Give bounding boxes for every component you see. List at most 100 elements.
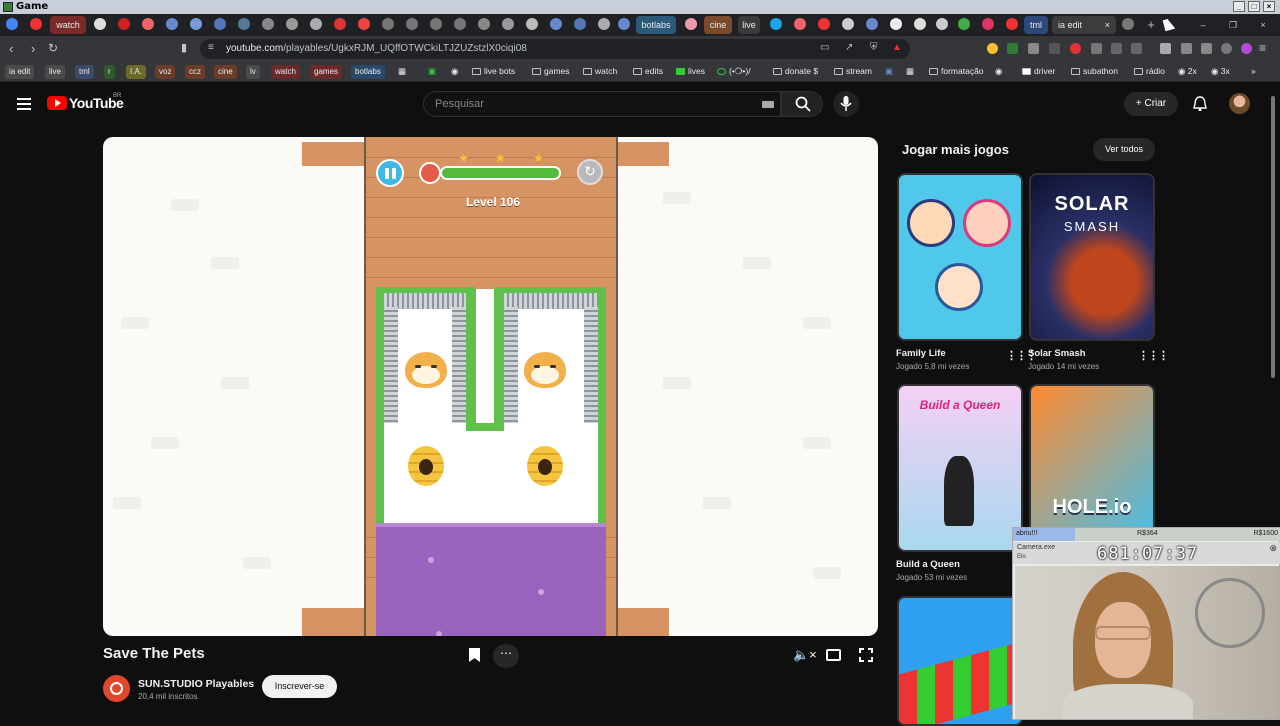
extension-icon[interactable] — [1028, 43, 1039, 54]
bookmark-folder[interactable]: watch — [583, 66, 617, 76]
tab-favicon[interactable] — [478, 18, 490, 30]
tab-active[interactable]: ia edit × — [1052, 16, 1116, 34]
bookmark-folder[interactable]: donate $ — [773, 66, 818, 76]
bookmark-folder[interactable]: games — [532, 66, 570, 76]
voice-search-button[interactable] — [833, 91, 859, 117]
bookmark-icon[interactable]: ◉ — [995, 66, 1002, 77]
omnibox[interactable]: ≡ youtube.com/playables/UgkxRJM_UQffOTWC… — [200, 39, 910, 59]
channel-avatar[interactable] — [103, 675, 130, 702]
youtube-logo-icon[interactable] — [47, 96, 67, 110]
tab-favicon[interactable] — [936, 18, 948, 30]
close-tab-icon[interactable]: × — [1105, 16, 1110, 34]
bookmark-chip[interactable]: ia edit — [5, 65, 35, 79]
extension-icon[interactable] — [1131, 43, 1142, 54]
bookmark-folder[interactable]: stream — [834, 66, 872, 76]
tab-favicon[interactable] — [94, 18, 106, 30]
bookmark-page-icon[interactable]: ▮ — [181, 41, 187, 54]
scrollbar-thumb[interactable] — [1271, 96, 1275, 378]
more-options-button[interactable]: ⋯ — [493, 644, 519, 668]
tab-favicon[interactable] — [382, 18, 394, 30]
game-title[interactable]: Build a Queen — [896, 559, 960, 570]
tab-favicon[interactable] — [454, 18, 466, 30]
tab-favicon[interactable] — [685, 18, 697, 30]
tab-favicon[interactable] — [286, 18, 298, 30]
tab-favicon[interactable] — [598, 18, 610, 30]
save-bookmark-icon[interactable] — [469, 648, 480, 662]
game-card-family-life[interactable] — [897, 173, 1023, 341]
site-info-icon[interactable]: ≡ — [208, 42, 214, 53]
bookmark-chip[interactable]: voz — [155, 65, 176, 79]
tab-favicon[interactable] — [30, 18, 42, 30]
bookmark-chip[interactable]: ccz — [185, 65, 205, 79]
extension-icon[interactable] — [987, 43, 998, 54]
back-arrow-icon[interactable]: ‹ — [9, 41, 13, 56]
more-bookmarks-icon[interactable]: » — [1251, 66, 1256, 76]
bookmark-icon[interactable]: ▦ — [906, 66, 914, 77]
maximize-button[interactable]: □ — [1248, 1, 1260, 12]
tab-favicon[interactable] — [818, 18, 830, 30]
new-tab-icon[interactable]: + — [1144, 16, 1158, 34]
minimize-button[interactable]: _ — [1233, 1, 1245, 12]
bookmark-link[interactable]: ◉ 3x — [1211, 66, 1230, 77]
tab-group-live[interactable]: live — [738, 16, 760, 34]
game-title[interactable]: Family Life — [896, 348, 946, 359]
bookmark-chip[interactable]: watch — [271, 65, 300, 79]
tab-favicon[interactable] — [1122, 18, 1134, 30]
theater-mode-icon[interactable] — [826, 649, 841, 661]
tab-group-watch[interactable]: watch — [50, 16, 86, 34]
extension-icon[interactable] — [1049, 43, 1060, 54]
bookmark-chip[interactable]: games — [310, 65, 343, 79]
shield-icon[interactable]: ⛨ — [870, 42, 878, 53]
tab-favicon[interactable] — [890, 18, 902, 30]
create-button[interactable]: + Criar — [1124, 92, 1178, 116]
bookmark-icon[interactable]: ▣ — [428, 66, 436, 77]
fullscreen-icon[interactable] — [858, 647, 874, 663]
forward-arrow-icon[interactable]: › — [31, 41, 35, 56]
card-menu-icon[interactable]: ⋮⋮⋮ — [1138, 349, 1169, 362]
tab-favicon[interactable] — [502, 18, 514, 30]
tab-favicon[interactable] — [166, 18, 178, 30]
extension-icon[interactable] — [1221, 43, 1232, 54]
tab-favicon[interactable] — [310, 18, 322, 30]
tab-favicon[interactable] — [842, 18, 854, 30]
bookmark-chip[interactable]: cine — [214, 65, 237, 79]
reload-icon[interactable]: ↻ — [48, 41, 58, 55]
channel-name[interactable]: SUN.STUDIO Playables — [138, 678, 254, 690]
extension-icon[interactable] — [1091, 43, 1102, 54]
browser-menu-icon[interactable]: ≡ — [1259, 41, 1266, 55]
mute-icon[interactable]: 🔈× — [793, 647, 817, 663]
bookmark-chip[interactable]: live — [45, 65, 66, 79]
tab-favicon[interactable] — [914, 18, 926, 30]
extension-icon[interactable] — [1007, 43, 1018, 54]
cast-icon[interactable]: ▭ — [820, 42, 829, 53]
hamburger-menu-icon[interactable] — [17, 98, 31, 110]
tab-favicon[interactable] — [358, 18, 370, 30]
tab-favicon[interactable] — [550, 18, 562, 30]
puzzle-icon[interactable] — [1201, 43, 1212, 54]
restore-icon[interactable]: ❐ — [1226, 16, 1240, 34]
extension-icon[interactable] — [1111, 43, 1122, 54]
profile-icon[interactable] — [1241, 43, 1252, 54]
tab-favicon[interactable] — [6, 18, 18, 30]
url-text[interactable]: youtube.com/playables/UgkxRJM_UQffOTWCki… — [226, 43, 527, 54]
tab-favicon[interactable] — [526, 18, 538, 30]
game-player[interactable]: ★ ★ ★ ↻ Level 106 — [103, 137, 878, 636]
side-panel-icon[interactable] — [1160, 43, 1171, 54]
pause-button[interactable] — [376, 159, 404, 187]
tab-group-tml[interactable]: tml — [1024, 16, 1048, 34]
bookmark-folder[interactable]: live bots — [472, 66, 515, 76]
bookmark-chip[interactable]: tml — [75, 65, 94, 79]
close-window-button[interactable]: × — [1263, 1, 1275, 12]
extension-icon[interactable] — [1181, 43, 1192, 54]
tab-group-cine[interactable]: cine — [704, 16, 732, 34]
tab-favicon[interactable] — [958, 18, 970, 30]
bookmark-link[interactable]: ◉ 2x — [1178, 66, 1197, 77]
share-icon[interactable]: ↗ — [845, 42, 853, 53]
tab-favicon[interactable] — [770, 18, 782, 30]
tab-favicon[interactable] — [334, 18, 346, 30]
tab-favicon[interactable] — [982, 18, 994, 30]
see-all-button[interactable]: Ver todos — [1093, 138, 1155, 161]
close-icon[interactable]: × — [1256, 16, 1270, 34]
tab-favicon[interactable] — [794, 18, 806, 30]
tab-favicon[interactable] — [406, 18, 418, 30]
